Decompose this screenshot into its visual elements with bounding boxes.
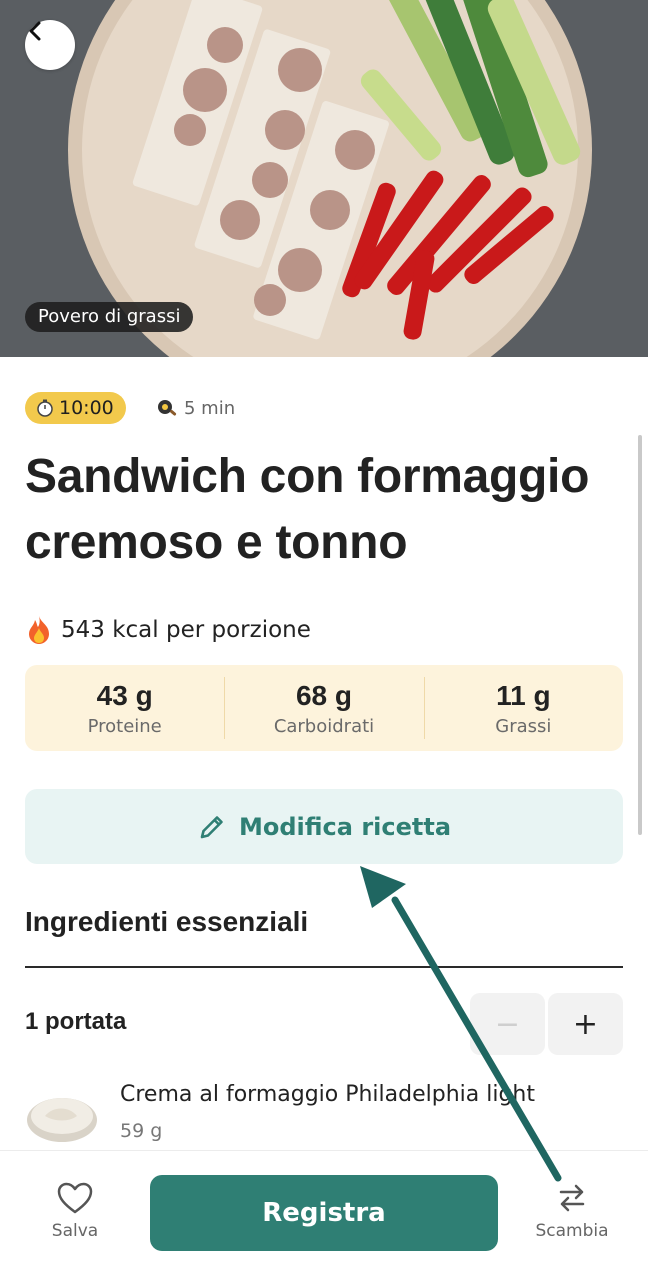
scrollbar[interactable] xyxy=(638,435,642,835)
edit-recipe-label: Modifica ricetta xyxy=(238,812,452,841)
ingredients-heading: Ingredienti essenziali xyxy=(25,906,309,937)
servings-stepper[interactable]: − + xyxy=(470,993,623,1055)
back-button[interactable] xyxy=(25,20,75,70)
calories-text: 543 kcal per porzione xyxy=(61,617,311,643)
register-button[interactable]: Registra xyxy=(150,1175,498,1251)
calories-line: 543 kcal per porzione xyxy=(25,615,311,645)
chevron-left-icon xyxy=(29,21,41,41)
stopwatch-icon xyxy=(37,399,53,417)
pencil-icon xyxy=(200,815,223,838)
macro-carbs: 68 g Carboidrati xyxy=(224,665,423,751)
macro-value: 43 g xyxy=(96,679,153,711)
prep-time: 5 min xyxy=(156,392,235,424)
section-divider xyxy=(25,966,623,968)
recipe-title: Sandwich con formaggio cremoso e tonno xyxy=(25,450,590,569)
ingredient-item[interactable]: Crema al formaggio Philadelphia light 59… xyxy=(25,1080,625,1150)
ingredient-quantity: 59 g xyxy=(120,1120,163,1142)
swap-button[interactable]: Scambia xyxy=(530,1181,614,1241)
prep-time-value: 5 min xyxy=(184,397,236,419)
macro-value: 68 g xyxy=(295,679,352,711)
macro-fat: 11 g Grassi xyxy=(423,665,623,751)
macro-label: Grassi xyxy=(495,715,552,737)
swap-arrows-icon xyxy=(559,1184,585,1212)
swap-label: Scambia xyxy=(535,1221,609,1241)
save-button[interactable]: Salva xyxy=(40,1181,110,1241)
ingredient-name: Crema al formaggio Philadelphia light xyxy=(120,1082,536,1107)
macro-label: Carboidrati xyxy=(273,715,375,737)
heart-icon xyxy=(57,1182,93,1214)
increase-servings-button[interactable]: + xyxy=(548,993,623,1055)
bottom-action-bar: Salva Registra Scambia xyxy=(0,1150,648,1280)
macros-panel: 43 g Proteine 68 g Carboidrati 11 g Gras… xyxy=(25,665,623,751)
timer-badge: 10:00 xyxy=(25,392,126,424)
decrease-servings-button[interactable]: − xyxy=(470,993,545,1055)
edit-recipe-button[interactable]: Modifica ricetta xyxy=(25,789,623,864)
fire-icon xyxy=(29,616,49,644)
macro-protein: 43 g Proteine xyxy=(25,665,224,751)
macro-label: Proteine xyxy=(87,715,162,737)
macro-value: 11 g xyxy=(496,679,551,711)
diet-tag-badge: Povero di grassi xyxy=(25,302,194,332)
save-label: Salva xyxy=(51,1221,99,1241)
timer-value: 10:00 xyxy=(59,397,114,419)
frying-pan-icon xyxy=(158,400,177,416)
servings-label: 1 portata xyxy=(25,1008,127,1035)
cream-cheese-image xyxy=(27,1098,97,1142)
recipe-hero-image: Povero di grassi xyxy=(0,0,648,357)
